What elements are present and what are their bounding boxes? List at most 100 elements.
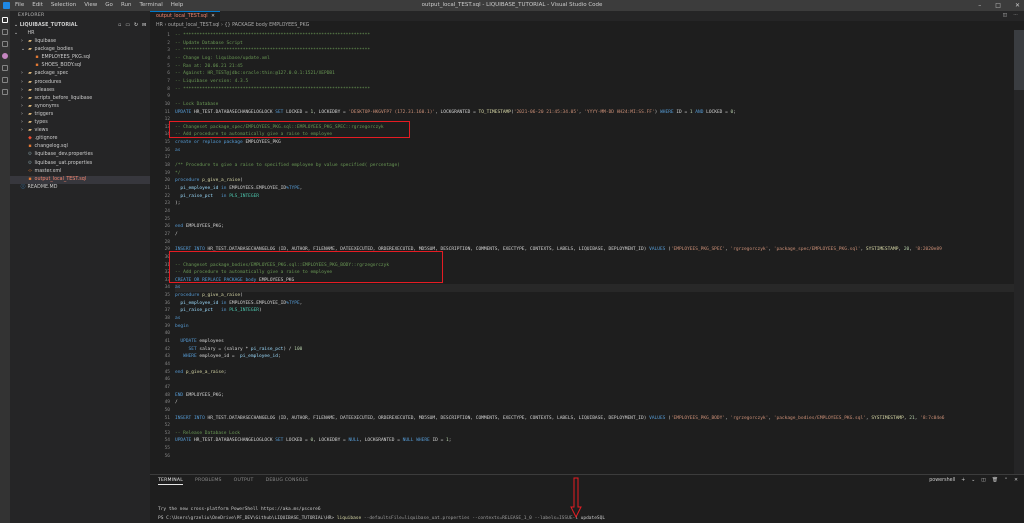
terminal-command-line: PS C:\Users\grzeliu\OneDrive\PF_DEV\Gith…	[158, 515, 605, 523]
tree-item[interactable]: › ▰ procedures	[10, 79, 150, 87]
split-editor-icon[interactable]: ◫	[1003, 11, 1008, 21]
code-line[interactable]: UPDATE HR_TEST.DATABASECHANGELOGLOCK SET…	[175, 437, 451, 445]
maximize-panel-icon[interactable]: ⌃	[1004, 478, 1008, 483]
tree-item[interactable]: › ▰ releases	[10, 87, 150, 95]
code-line[interactable]: );	[175, 200, 180, 208]
terminal-shell-label[interactable]: powershell	[929, 478, 955, 483]
new-folder-icon[interactable]: ▭	[125, 21, 130, 30]
tree-item[interactable]: ⌄ ▰ package_bodies	[10, 46, 150, 54]
minimap-slider[interactable]	[1014, 30, 1024, 90]
code-line[interactable]: END EMPLOYEES_PKG;	[175, 392, 224, 400]
source-control-icon[interactable]	[2, 41, 8, 47]
code-line[interactable]: as	[175, 315, 180, 323]
kill-terminal-icon[interactable]: 🗑	[992, 478, 998, 483]
code-line[interactable]: UPDATE HR_TEST.DATABASECHANGELOGLOCK SET…	[175, 109, 736, 117]
code-line[interactable]: end p_give_a_raise;	[175, 369, 227, 377]
new-terminal-icon[interactable]: +	[961, 478, 965, 483]
code-line[interactable]: -- *************************************…	[175, 47, 370, 55]
line-number: 14	[164, 132, 170, 138]
code-line[interactable]: -- Against: HR_TEST@jdbc:oracle:thin:@12…	[175, 70, 335, 78]
workspace-section[interactable]: ⌄ LIQUIBASE_TUTORIAL ▫ ▭ ↻ ⊟	[10, 21, 150, 30]
code-line[interactable]: /	[175, 399, 178, 407]
close-panel-icon[interactable]: ✕	[1014, 478, 1018, 483]
tree-item[interactable]: ▪ SHOES_BODY.sql	[10, 62, 150, 70]
terminal-dropdown-icon[interactable]: ⌄	[971, 478, 975, 483]
tree-item[interactable]: › ▰ views	[10, 127, 150, 135]
split-terminal-icon[interactable]: ◫	[981, 478, 986, 483]
code-line[interactable]: SET salary = (salary * pi_raise_pct) / 1…	[175, 346, 303, 354]
code-token: WHERE	[416, 438, 433, 444]
tree-item[interactable]: ▪ output_local_TEST.sql	[10, 175, 150, 184]
tree-item[interactable]: ▪ EMPLOYEES_PKG.sql	[10, 54, 150, 62]
code-line[interactable]: -- *************************************…	[175, 86, 370, 94]
code-line[interactable]: /	[175, 231, 178, 239]
explorer-icon[interactable]	[2, 17, 8, 23]
minimap[interactable]	[1014, 30, 1024, 474]
code-line[interactable]: pi_employee_id in EMPLOYEES.EMPLOYEE_ID%…	[175, 185, 302, 193]
tree-item[interactable]: › ▰ types	[10, 119, 150, 127]
code-token: pi_employee_id	[180, 300, 222, 306]
tree-item[interactable]: › ▰ liquibase	[10, 38, 150, 46]
code-line[interactable]: create or replace package EMPLOYEES_PKG	[175, 139, 281, 147]
maximize-button[interactable]: □	[995, 0, 1001, 11]
code-line[interactable]: begin	[175, 323, 189, 331]
panel-tab-debug-console[interactable]: DEBUG CONSOLE	[266, 478, 309, 485]
code-line[interactable]: WHERE employee_id = pi_employee_id;	[175, 353, 281, 361]
tree-item[interactable]: ⚙ liquibase_uat.properties	[10, 160, 150, 168]
tree-item[interactable]: › ▰ synonyms	[10, 103, 150, 111]
code-line[interactable]: pi_raise_pct in PLS_INTEGER	[175, 193, 259, 201]
tree-item[interactable]: ‹› master.xml	[10, 168, 150, 176]
code-line[interactable]: -- Change Log: liquibase/update.xml	[175, 55, 270, 63]
code-line[interactable]: procedure p_give_a_raise(	[175, 177, 243, 185]
code-line[interactable]: INSERT INTO HR_TEST.DATABASECHANGELOG (I…	[175, 415, 945, 423]
tree-item[interactable]: › ▰ package_spec	[10, 70, 150, 78]
search-icon[interactable]	[2, 29, 8, 35]
more-actions-icon[interactable]: ⋯	[1013, 11, 1018, 21]
code-line[interactable]: as	[175, 284, 1015, 293]
tab-output-local-test[interactable]: output_local_TEST.sql ✕	[150, 11, 220, 21]
code-line[interactable]: /** Procedure to give a raise to specifi…	[175, 162, 400, 170]
tree-item[interactable]: ⓘ README.MD	[10, 184, 150, 192]
code-line[interactable]: -- Release Database Lock	[175, 430, 240, 438]
remote-explorer-icon[interactable]	[2, 77, 8, 83]
code-token: -- Lock Database	[175, 101, 219, 107]
tree-item[interactable]: ⚙ liquibase_dev.properties	[10, 151, 150, 159]
panel-tab-terminal[interactable]: TERMINAL	[158, 478, 183, 485]
tree-item-label: synonyms	[33, 103, 59, 109]
activity-bar	[0, 11, 10, 523]
code-line[interactable]: -- Lock Database	[175, 101, 218, 109]
code-line[interactable]: procedure p_give_a_raise(	[175, 292, 243, 300]
new-file-icon[interactable]: ▫	[118, 21, 121, 30]
code-line[interactable]: as	[175, 147, 180, 155]
minimize-button[interactable]: –	[978, 0, 981, 11]
panel-tabs: TERMINAL PROBLEMS OUTPUT DEBUG CONSOLE	[158, 478, 308, 485]
tree-item[interactable]: ◆ .gitignore	[10, 135, 150, 143]
code-editor[interactable]: 1 2 3 4 5 6 7 8 9 10 11 12 13 14 15 16 17 18 19 20 21 22 23 24 2…	[150, 30, 1024, 474]
tree-item[interactable]: ⌄ HR	[10, 30, 150, 38]
extensions-icon[interactable]	[2, 65, 8, 71]
code-line[interactable]: pi_raise_pct in PLS_INTEGER)	[175, 307, 261, 315]
database-icon[interactable]	[2, 89, 8, 95]
tree-item[interactable]: › ▰ triggers	[10, 111, 150, 119]
code-line[interactable]: -- Liquibase version: 4.3.5	[175, 78, 248, 86]
tree-item[interactable]: › ▰ scripts_before_liquibase	[10, 95, 150, 103]
code-line[interactable]: -- Update Database Script	[175, 40, 243, 48]
panel-tab-problems[interactable]: PROBLEMS	[195, 478, 222, 485]
code-line[interactable]: -- Ran at: 20.06.21 21:45	[175, 63, 243, 71]
close-window-button[interactable]: ✕	[1015, 0, 1020, 11]
line-number: 17	[164, 155, 170, 161]
breadcrumb[interactable]: HR › output_local_TEST.sql › {} PACKAGE …	[150, 21, 1024, 30]
terminal-output[interactable]: Try the new cross-platform PowerShell ht…	[158, 491, 1018, 523]
run-debug-icon[interactable]	[2, 53, 8, 59]
refresh-icon[interactable]: ↻	[134, 21, 138, 30]
code-line[interactable]: end EMPLOYEES_PKG;	[175, 223, 224, 231]
code-line[interactable]: */	[175, 170, 180, 178]
code-line[interactable]: -- *************************************…	[175, 32, 370, 40]
code-token: SYSTIMESTAMP	[871, 415, 904, 421]
panel-tab-output[interactable]: OUTPUT	[234, 478, 254, 485]
code-line[interactable]: pi_employee_id in EMPLOYEES.EMPLOYEE_ID%…	[175, 300, 302, 308]
code-line[interactable]: UPDATE employees	[175, 338, 223, 346]
code-token: ID =	[676, 109, 690, 115]
collapse-all-icon[interactable]: ⊟	[142, 21, 146, 30]
tree-item[interactable]: ▪ changelog.sql	[10, 143, 150, 151]
